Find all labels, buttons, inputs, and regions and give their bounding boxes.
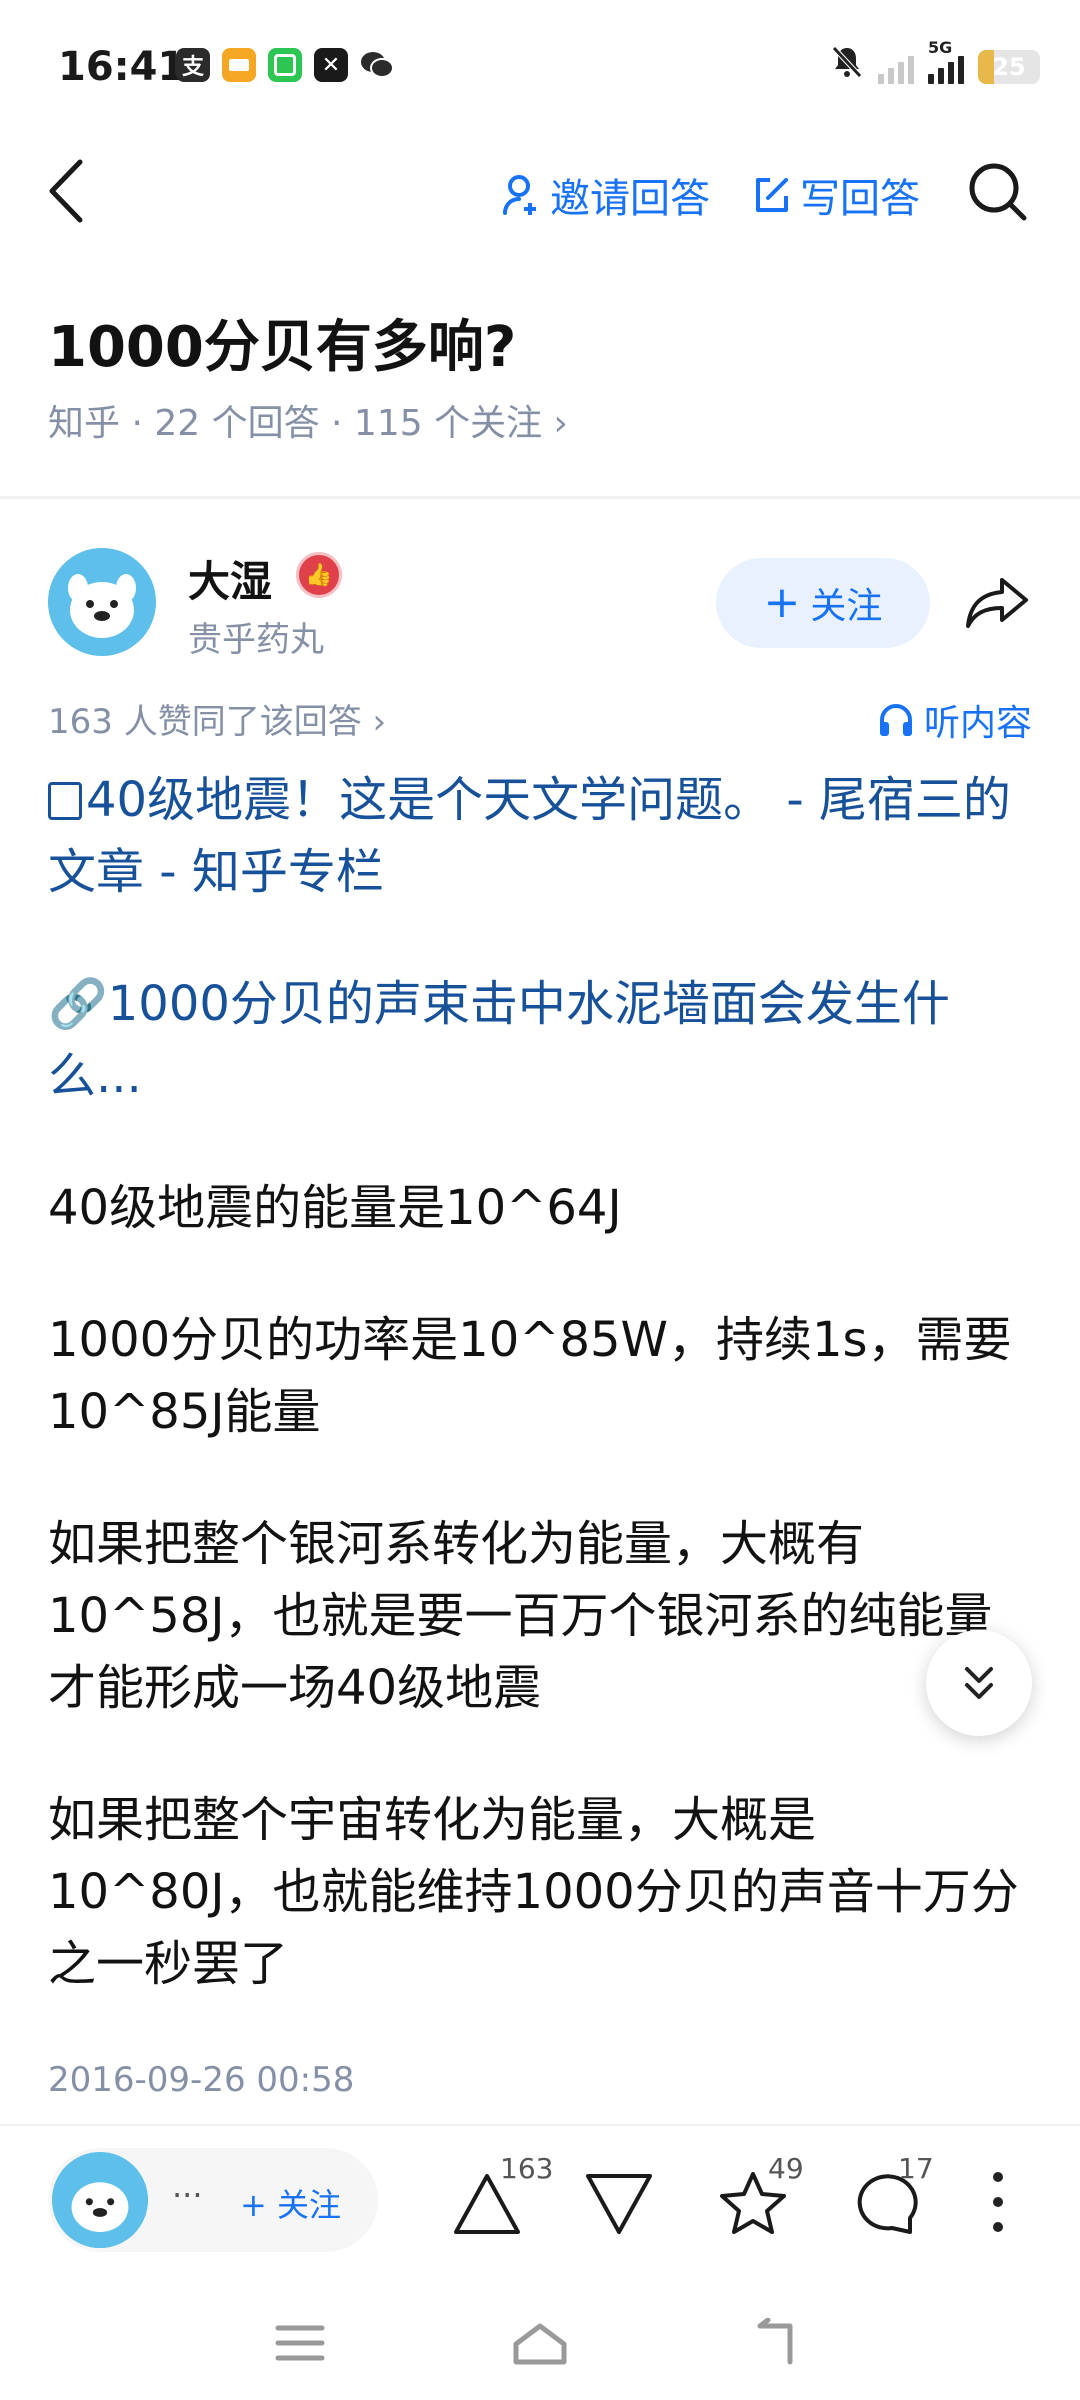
back-icon[interactable] — [46, 158, 86, 224]
answer-timestamp: 2016-09-26 00:58 — [48, 2060, 355, 2100]
article-link-text: 40级地震！这是个天文学问题。 - 尾宿三的文章 - 知乎专栏 — [48, 772, 1011, 900]
thumbs-up-badge-icon: 👍 — [296, 552, 342, 598]
answer-content: 40级地震！这是个天文学问题。 - 尾宿三的文章 - 知乎专栏 🔗1000分贝的… — [48, 764, 1038, 2060]
headphones-icon — [879, 704, 912, 736]
upvote-count: 163 — [500, 2152, 554, 2185]
alipay-icon: 支 — [176, 48, 210, 82]
battery-fill — [978, 49, 994, 84]
status-time: 16:41 — [58, 44, 186, 90]
upvote-button[interactable]: 163 — [452, 2152, 553, 2246]
invite-answer-button[interactable]: 邀请回答 — [502, 166, 710, 224]
mute-bell-icon — [830, 44, 864, 89]
share-icon[interactable] — [962, 572, 1032, 632]
author-headline: 贵乎药丸 — [188, 620, 324, 660]
battery-level: 25 — [992, 52, 1026, 81]
plus-icon: + — [763, 577, 801, 628]
card-icon — [222, 48, 256, 82]
write-answer-label: 写回答 — [800, 176, 920, 222]
link-icon: 🔗 — [48, 976, 108, 1032]
mini-author-avatar[interactable] — [52, 2152, 148, 2248]
answer-paragraph: 如果把整个银河系转化为能量，大概有10^58J，也就是要一百万个银河系的纯能量才… — [48, 1516, 993, 1716]
answer-paragraph: 如果把整个宇宙转化为能量，大概是10^80J，也就能维持1000分贝的声音十万分… — [48, 1792, 1019, 1992]
game-icon — [268, 48, 302, 82]
mini-follow-button[interactable]: + 关注 — [240, 2180, 341, 2226]
comment-count: 17 — [898, 2152, 934, 2185]
downvote-triangle-icon — [586, 2174, 652, 2234]
cellular-signal-icon: 5G — [928, 38, 964, 84]
wechat-icon — [360, 48, 394, 82]
likes-summary[interactable]: 163 人赞同了该回答 › — [48, 694, 386, 743]
listen-label: 听内容 — [923, 703, 1032, 744]
article-link[interactable]: 40级地震！这是个天文学问题。 - 尾宿三的文章 - 知乎专栏 — [48, 764, 1038, 908]
follow-label: 关注 — [810, 586, 883, 627]
status-indicators: 5G 25 — [830, 38, 1040, 89]
listen-button[interactable]: 听内容 — [878, 694, 1032, 746]
question-title[interactable]: 1000分贝有多响? — [48, 302, 516, 383]
web-link-text: 1000分贝的声束击中水泥墙面会发生什么... — [48, 976, 950, 1104]
more-options-icon[interactable] — [988, 2172, 1008, 2232]
mini-follow-label: 关注 — [276, 2186, 341, 2224]
favorite-count: 49 — [768, 2152, 804, 2185]
follow-button[interactable]: + 关注 — [716, 558, 930, 648]
capcut-icon: ✕ — [314, 48, 348, 82]
double-chevron-down-icon — [965, 1667, 993, 1699]
home-nav-icon[interactable] — [510, 2318, 570, 2368]
search-icon[interactable] — [966, 160, 1028, 222]
invite-user-icon — [503, 175, 536, 215]
write-answer-button[interactable]: 写回答 — [752, 166, 920, 224]
network-type: 5G — [928, 37, 953, 57]
menu-nav-icon[interactable] — [270, 2318, 330, 2368]
author-avatar[interactable] — [48, 548, 156, 656]
comment-button[interactable]: 17 — [852, 2152, 934, 2246]
edit-icon — [756, 178, 788, 212]
mini-author-name: ··· — [172, 2176, 203, 2214]
divider — [0, 496, 1080, 499]
downvote-button[interactable] — [584, 2166, 664, 2246]
question-meta[interactable]: 知乎 · 22 个回答 · 115 个关注 › — [48, 394, 568, 446]
status-app-icons: 支 ✕ — [176, 48, 394, 82]
invite-answer-label: 邀请回答 — [550, 176, 710, 222]
battery-icon: 25 — [978, 49, 1040, 84]
author-name[interactable]: 大湿 — [188, 548, 272, 609]
next-answer-button[interactable] — [926, 1630, 1032, 1736]
favorite-button[interactable]: 49 — [718, 2152, 804, 2246]
wifi-signal-icon — [878, 50, 914, 84]
answer-paragraph: 1000分贝的功率是10^85W，持续1s，需要10^85J能量 — [48, 1312, 1012, 1440]
back-nav-icon[interactable] — [750, 2317, 810, 2368]
web-link[interactable]: 🔗1000分贝的声束击中水泥墙面会发生什么... — [48, 968, 1038, 1112]
answer-paragraph: 40级地震的能量是10^64J — [48, 1180, 622, 1236]
article-icon — [48, 782, 82, 820]
